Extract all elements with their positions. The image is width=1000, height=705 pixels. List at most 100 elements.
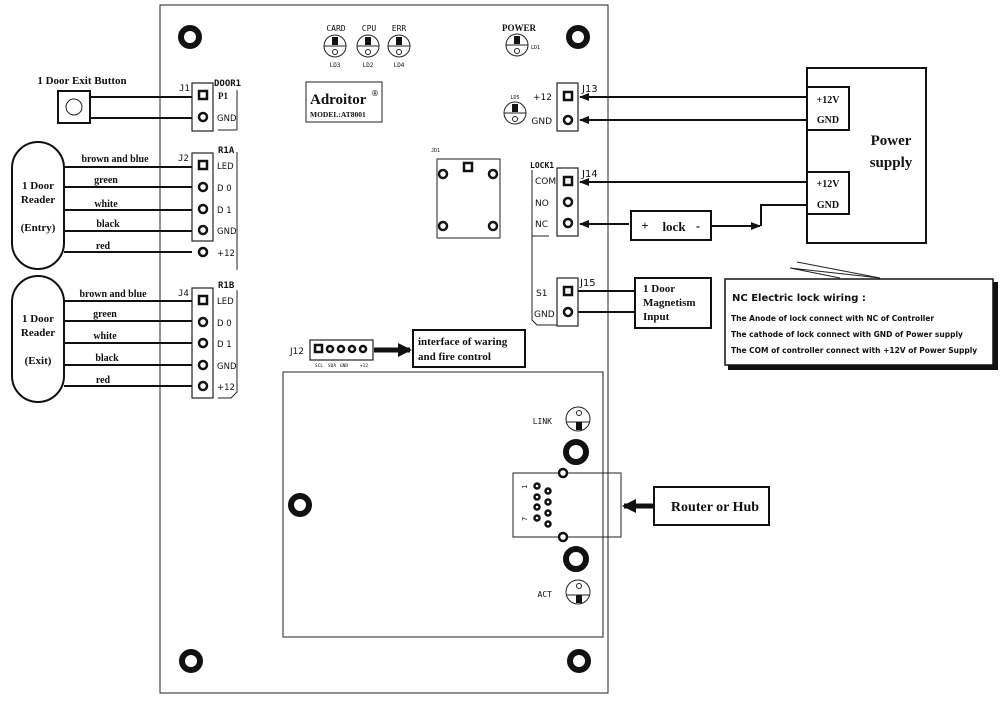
mounting-hole [288,493,312,517]
reader-label: 1 Door [22,313,54,325]
reader-label: 1 Door [22,180,54,192]
pin-label: +12 [217,383,235,393]
mounting-hole [563,439,589,465]
door-magnet-input: 1 Door Magnetism Input [634,277,712,329]
pin-label: S1 [536,289,547,299]
pin-label: +12 [217,249,235,259]
connector-j14: LOCK1 J14 COM NO NC [530,161,598,250]
led-anode-icon [332,37,338,45]
led-ref: LD5 [510,95,519,101]
terminal-label: GND [817,115,839,126]
mounting-hole [178,25,202,49]
rj45-pin-label: 1 [521,485,529,489]
wire-color-label: white [94,199,118,210]
connector-ref: J14 [581,169,598,180]
fire-interface: interface of waring and fire control [412,329,526,368]
terminal-label: +12V [817,95,841,106]
led-anode-icon [576,595,582,603]
led-cpu: CPU LD2 [356,24,380,69]
reader-label: Reader [21,327,55,339]
pin-label: SCL [315,363,323,369]
mounting-hole [567,649,591,673]
power-supply-label: Power [871,133,912,149]
led-card: CARD LD3 [323,24,347,69]
led-power: POWER LD1 [502,23,540,57]
fire-interface-label: and fire control [418,351,491,363]
note-title: NC Electric lock wiring : [732,293,866,304]
magnet-label: 1 Door [643,283,675,295]
power-supply: +12V GND +12V GND Power supply [806,67,927,244]
led-label: CARD [326,24,345,33]
led-ref: LD2 [363,62,374,69]
relay-jd1: JD1 [431,148,501,239]
connector-group: LOCK1 [530,161,554,170]
connector-ref: J1 [179,84,190,94]
power-supply-label: supply [870,155,913,171]
mounting-hole [566,25,590,49]
reader-label: (Exit) [25,355,52,367]
pin-label: D 1 [217,206,232,216]
model-number: MODEL:AT8001 [310,110,366,119]
note-line: The COM of controller connect with +12V … [731,346,977,355]
led-anode-icon [512,104,518,112]
led-label: ACT [538,590,553,599]
connector-group: R1A [218,146,235,156]
reader-exit: 1 Door Reader (Exit) [11,275,65,403]
pin-label: +12 [360,363,368,369]
connector-j4: J4 R1B LED D 0 D 1 GND +12 [178,281,238,399]
pin-label: GND [340,363,348,369]
connector-group: DOOR1 [214,79,241,89]
wire-color-label: green [93,309,117,320]
registered-mark: ® [371,89,379,98]
pin-label: NO [535,199,549,209]
brand-name: Adroitor [310,92,367,108]
nc-lock-wiring-note: NC Electric lock wiring : The Anode of l… [724,261,998,370]
connector-group: R1B [218,281,235,291]
relay-ref: JD1 [431,148,440,154]
note-line: The Anode of lock connect with NC of Con… [731,314,934,323]
pin-label: LED [217,297,234,307]
pin-label: P1 [218,91,228,101]
connector-j12: J12 SCL SDA GND +12 [289,339,374,369]
fire-interface-label: interface of waring [418,336,508,348]
brand-label: Adroitor ® MODEL:AT8001 [305,81,383,123]
wire-color-label: brown and blue [79,289,147,300]
router-label: Router or Hub [671,500,759,515]
pin-label: D 0 [217,184,232,194]
wiring-diagram: CARD LD3 CPU LD2 ERR LD4 POWER LD1 LD5 A… [11,4,998,694]
mounting-hole [563,546,589,572]
wire-color-label: brown and blue [81,154,149,165]
electric-lock: + lock - [630,210,712,241]
led-anode-icon [576,422,582,430]
wire-lock-gnd [760,204,807,226]
network-module [282,371,604,638]
pin-label: COM [535,177,556,187]
magnet-label: Magnetism [643,297,696,309]
note-line: The cathode of lock connect with GND of … [731,330,963,339]
connector-ref: J2 [178,154,189,164]
reader-label: Reader [21,194,55,206]
rj45-port[interactable]: 1 7 [512,467,622,543]
terminal-label: GND [817,200,839,211]
connector-j13: J13 +12 GND [531,82,598,132]
led-link: LINK [533,406,591,432]
lock-label: lock [662,219,686,234]
led-label: POWER [502,23,537,33]
lock-plus: + [641,218,648,233]
wire-color-label: green [94,175,118,186]
pin-label: D 0 [217,319,232,329]
led-act: ACT [538,579,591,605]
magnet-label: Input [643,311,670,323]
reader-entry: 1 Door Reader (Entry) [11,141,65,270]
pin-label: SDA [328,363,336,369]
wire-color-label: black [96,219,120,230]
connector-ref: J12 [289,347,304,357]
pin-label: GND [217,362,237,372]
led-label: LINK [533,417,552,426]
wire-color-label: black [95,353,119,364]
wire-color-label: red [96,375,111,386]
router-hub: Router or Hub [653,486,770,526]
exit-button: 1 Door Exit Button [37,75,127,124]
mounting-hole [179,649,203,673]
terminal-label: +12V [817,179,841,190]
